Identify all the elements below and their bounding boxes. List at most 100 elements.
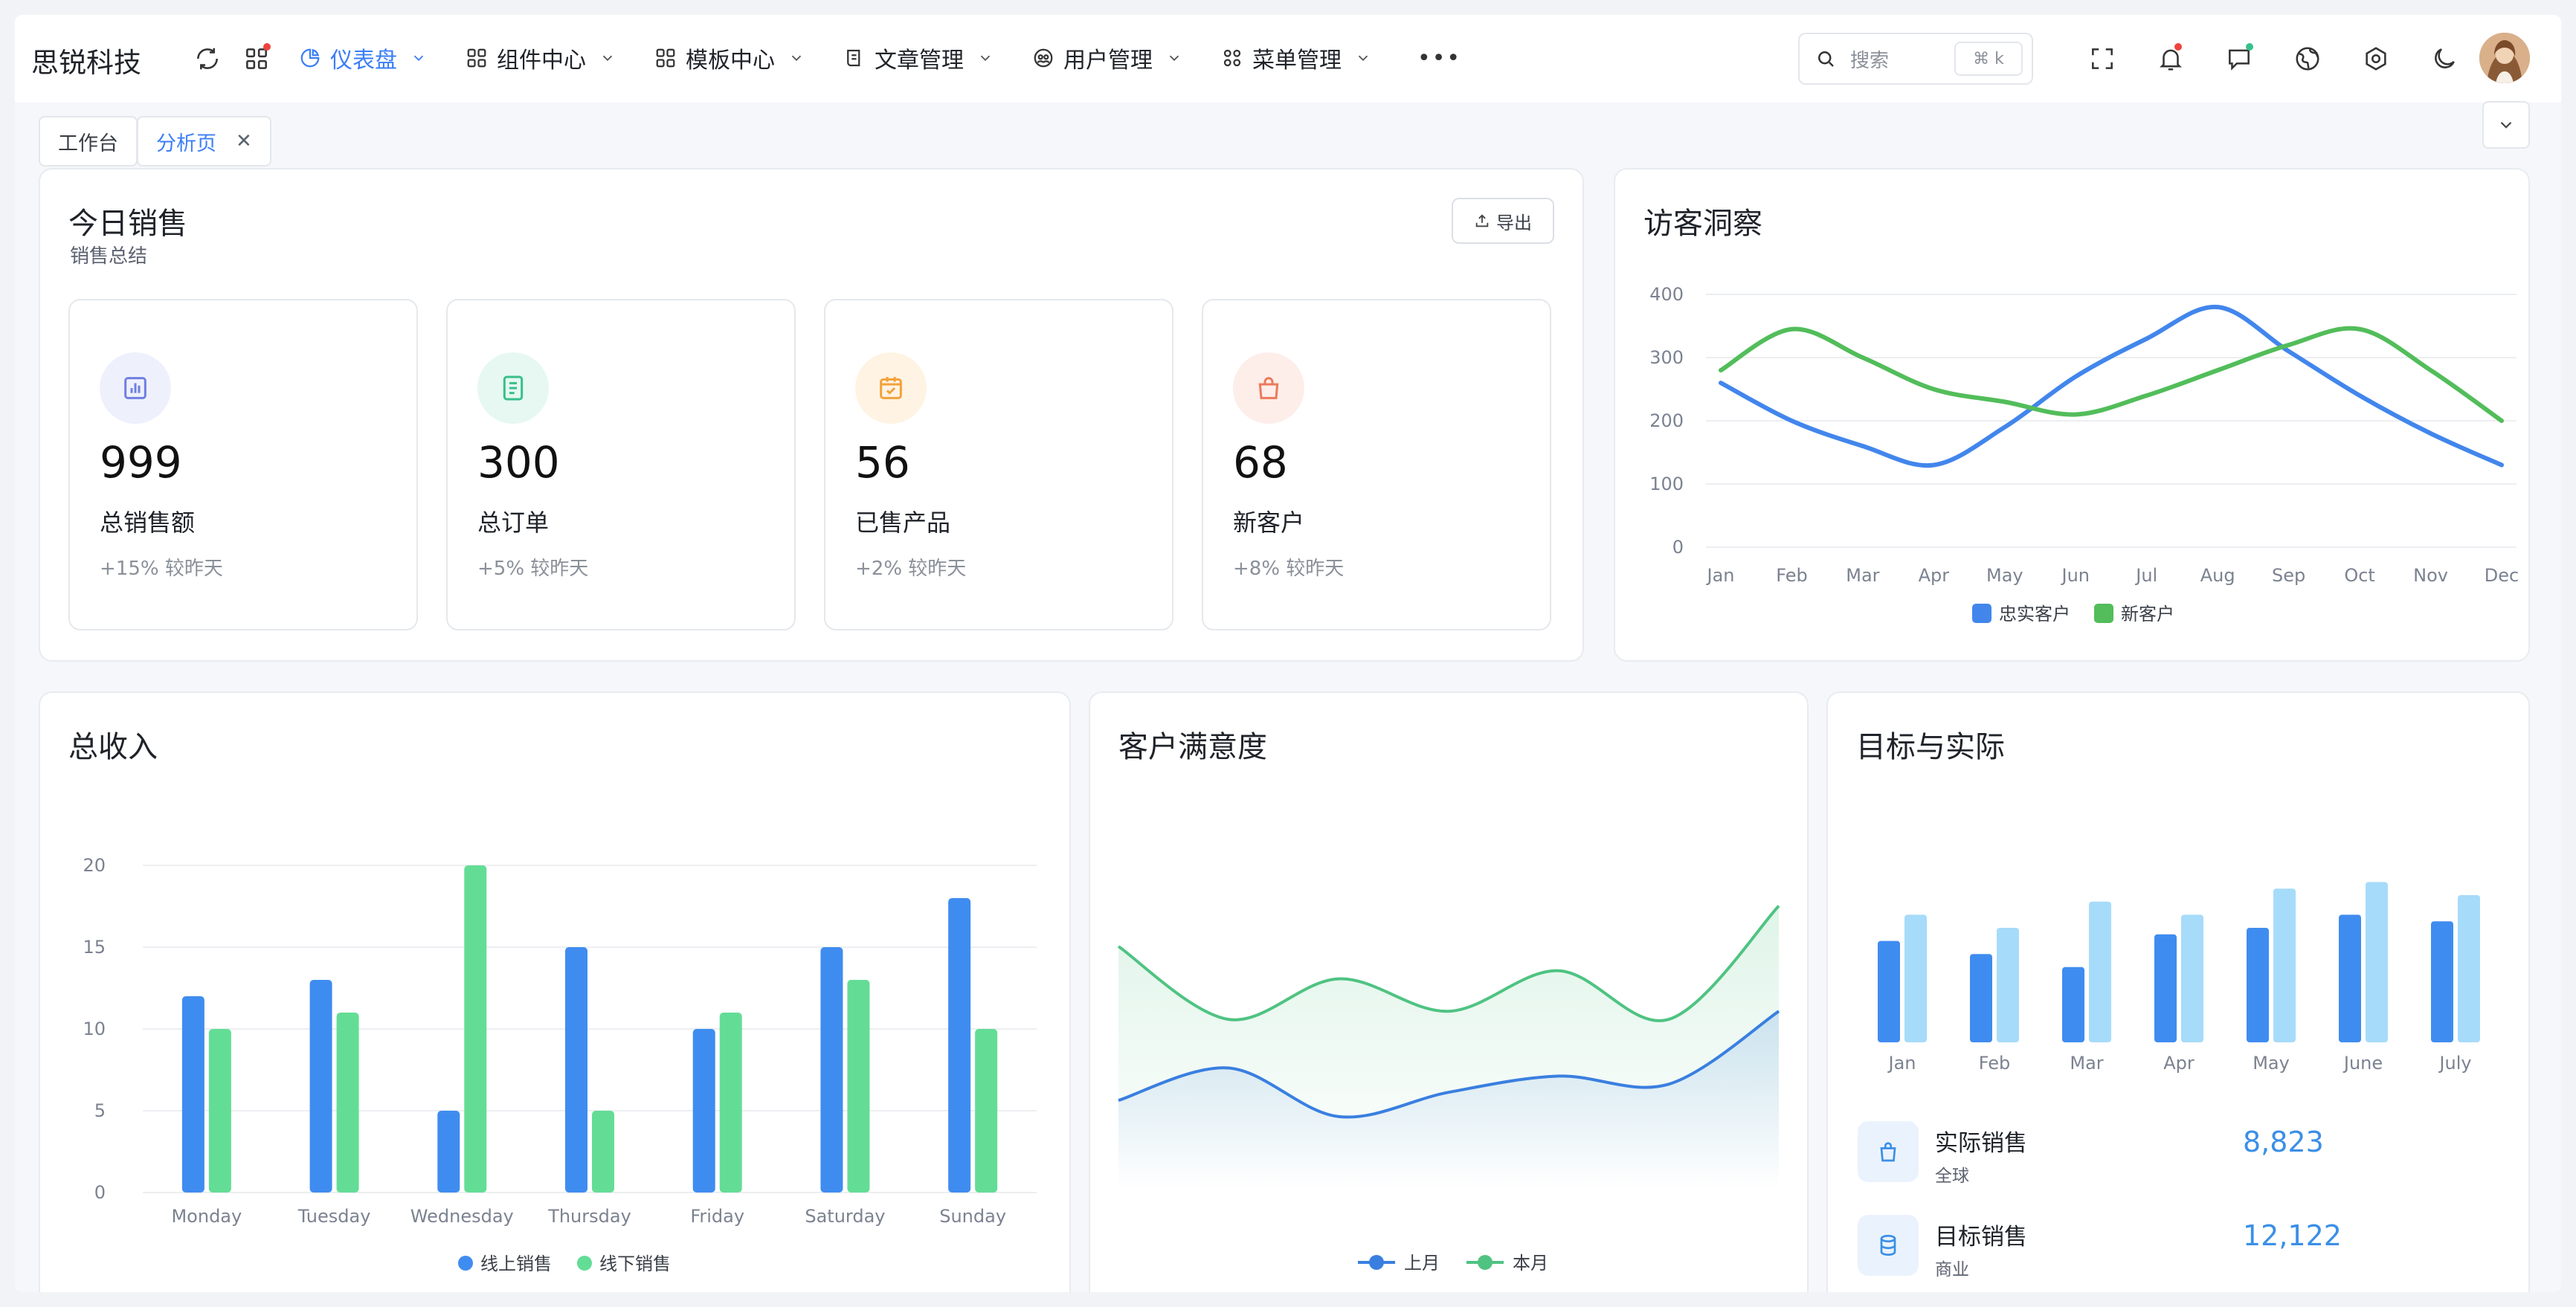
nav-menus[interactable]: 菜单管理 xyxy=(1221,42,1371,74)
nav-label: 仪表盘 xyxy=(330,48,397,74)
article-icon xyxy=(847,49,860,67)
legend-label: 新客户 xyxy=(2121,604,2174,625)
y-tick-label: 0 xyxy=(94,1182,106,1203)
search-shortcut-badge: ⌘ k xyxy=(1954,42,2023,76)
card-subtitle: 销售总结 xyxy=(70,245,148,268)
x-tick-label: Jan xyxy=(1887,1053,1916,1074)
bar xyxy=(2366,882,2388,1042)
nav-label: 模板中心 xyxy=(686,48,775,74)
stat-card-total-sales: 999 总销售额 +15% 较昨天 xyxy=(68,299,418,630)
refresh-icon[interactable] xyxy=(190,42,225,76)
legend-label: 线下销售 xyxy=(599,1253,671,1274)
stat-card-new-customers: 68 新客户 +8% 较昨天 xyxy=(1202,299,1551,630)
main-nav: 仪表盘 组件中心 模板中心 文章管理 用户管理 菜单管理 ••• xyxy=(299,37,1461,79)
grid-icon xyxy=(467,48,486,68)
bar xyxy=(820,947,843,1193)
metric-label: 实际销售 xyxy=(1935,1130,2027,1157)
nav-components[interactable]: 组件中心 xyxy=(466,42,616,74)
chevron-down-icon xyxy=(980,55,991,62)
x-tick-label: Friday xyxy=(690,1206,744,1227)
legend-swatch xyxy=(577,1256,592,1271)
nav-users[interactable]: 用户管理 xyxy=(1032,42,1182,74)
globe-icon[interactable] xyxy=(2290,42,2325,76)
x-tick-label: Sunday xyxy=(939,1206,1006,1227)
tab-workbench[interactable]: 工作台 xyxy=(39,116,138,167)
metric-actual-sales: 实际销售 全球 8,823 xyxy=(1858,1121,2482,1195)
stat-delta: +8% 较昨天 xyxy=(1233,558,1345,580)
x-tick-label: Nov xyxy=(2413,565,2448,586)
metric-value: 8,823 xyxy=(2243,1126,2324,1158)
bar xyxy=(2089,901,2111,1042)
y-tick-label: 200 xyxy=(1649,410,1684,431)
stat-value: 68 xyxy=(1233,437,1288,488)
export-label: 导出 xyxy=(1496,212,1532,233)
search-box[interactable]: 搜索 ⌘ k xyxy=(1798,33,2033,85)
x-tick-label: Thursday xyxy=(547,1206,631,1227)
y-tick-label: 5 xyxy=(94,1100,106,1121)
tab-bar: 工作台 分析页 ✕ xyxy=(15,103,2561,167)
dark-mode-moon-icon[interactable] xyxy=(2427,42,2461,76)
notification-dot xyxy=(2174,43,2182,51)
bell-icon[interactable] xyxy=(2154,42,2188,76)
close-tab-icon[interactable]: ✕ xyxy=(236,130,252,152)
x-tick-label: Oct xyxy=(2344,565,2375,586)
nav-label: 用户管理 xyxy=(1063,48,1153,74)
bar xyxy=(1997,928,2019,1042)
x-tick-label: Sep xyxy=(2272,565,2305,586)
nav-label: 文章管理 xyxy=(875,48,964,74)
stat-delta: +5% 较昨天 xyxy=(477,558,589,580)
x-tick-label: Mar xyxy=(1846,565,1879,586)
metric-value: 12,122 xyxy=(2243,1219,2342,1252)
metric-sub: 全球 xyxy=(1935,1166,1969,1186)
customer-satisfaction-card: 客户满意度 上月 本月 xyxy=(1089,691,1809,1292)
top-header: 思锐科技 仪表盘 组件中心 模板中心 文章管理 用户管理 菜单管理 ••• 搜索… xyxy=(15,15,2561,103)
bar xyxy=(692,1029,715,1193)
apps-grid-icon[interactable] xyxy=(239,42,274,76)
nav-dashboard[interactable]: 仪表盘 xyxy=(299,42,427,74)
tab-analysis[interactable]: 分析页 ✕ xyxy=(137,116,271,167)
today-sales-card: 今日销售 销售总结 导出 999 总销售额 +15% 较昨天 300 总订单 +… xyxy=(39,168,1584,662)
bar xyxy=(948,898,971,1193)
pie-chart-icon xyxy=(300,48,320,68)
search-icon xyxy=(1818,51,1834,67)
stat-card-total-orders: 300 总订单 +5% 较昨天 xyxy=(446,299,796,630)
status-dot xyxy=(2246,43,2253,51)
tab-label: 工作台 xyxy=(58,132,118,155)
bar xyxy=(2339,914,2361,1042)
y-tick-label: 15 xyxy=(83,937,106,958)
x-tick-label: Jan xyxy=(1706,565,1735,586)
y-tick-label: 300 xyxy=(1649,347,1684,368)
legend-swatch xyxy=(1478,1255,1493,1270)
bar xyxy=(1878,940,1900,1042)
tabs-dropdown-button[interactable] xyxy=(2482,101,2530,149)
stat-value: 56 xyxy=(855,437,910,488)
series-line xyxy=(1117,905,1780,1022)
nav-templates[interactable]: 模板中心 xyxy=(654,42,805,74)
stat-label: 已售产品 xyxy=(855,509,951,537)
app-window: 思锐科技 仪表盘 组件中心 模板中心 文章管理 用户管理 菜单管理 ••• 搜索… xyxy=(15,15,2561,1292)
chevron-down-icon xyxy=(791,55,802,62)
nav-articles[interactable]: 文章管理 xyxy=(843,42,994,74)
bar xyxy=(565,947,587,1193)
more-menu-icon[interactable]: ••• xyxy=(1417,45,1461,71)
bar xyxy=(2247,928,2269,1042)
legend-swatch xyxy=(1369,1255,1384,1270)
y-tick-label: 10 xyxy=(83,1019,106,1039)
bar xyxy=(208,1029,231,1193)
export-button[interactable]: 导出 xyxy=(1452,198,1554,244)
stat-value: 300 xyxy=(477,437,560,488)
chevron-down-icon xyxy=(1169,55,1179,62)
bar xyxy=(1970,954,1992,1042)
legend-swatch xyxy=(458,1256,473,1271)
x-tick-label: Saturday xyxy=(805,1206,885,1227)
bar xyxy=(592,1111,614,1193)
card-title: 今日销售 xyxy=(68,207,187,241)
settings-icon[interactable] xyxy=(2359,42,2393,76)
y-tick-label: 400 xyxy=(1649,284,1684,305)
search-placeholder: 搜索 xyxy=(1850,49,1890,72)
fullscreen-icon[interactable] xyxy=(2085,42,2119,76)
chevron-down-icon xyxy=(1358,55,1368,62)
stat-value: 999 xyxy=(100,437,182,488)
user-avatar[interactable] xyxy=(2479,33,2530,83)
chat-icon[interactable] xyxy=(2222,42,2256,76)
